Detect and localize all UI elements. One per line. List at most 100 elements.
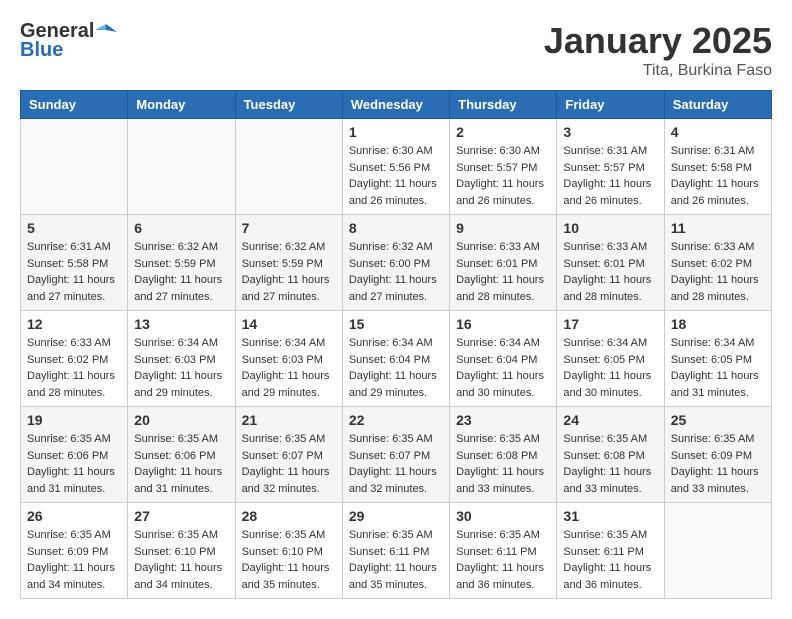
calendar-cell: 29Sunrise: 6:35 AMSunset: 6:11 PMDayligh… [342,503,449,599]
calendar-cell: 6Sunrise: 6:32 AMSunset: 5:59 PMDaylight… [128,215,235,311]
calendar-week-row: 26Sunrise: 6:35 AMSunset: 6:09 PMDayligh… [21,503,772,599]
day-number: 24 [563,412,657,428]
day-info-line: Daylight: 11 hours and 26 minutes. [349,176,443,209]
day-info-line: Daylight: 11 hours and 33 minutes. [563,464,657,497]
day-info-line: Sunset: 5:59 PM [242,256,336,273]
weekday-header-friday: Friday [557,91,664,119]
calendar-cell: 18Sunrise: 6:34 AMSunset: 6:05 PMDayligh… [664,311,771,407]
weekday-header-sunday: Sunday [21,91,128,119]
day-info-line: Daylight: 11 hours and 31 minutes. [671,368,765,401]
calendar-cell: 11 Sunrise: 6:33 AMSunset: 6:02 PMDayligh… [664,215,771,311]
day-info-line: Sunset: 6:01 PM [563,256,657,273]
day-info-line: Daylight: 11 hours and 29 minutes. [349,368,443,401]
day-info-line: Daylight: 11 hours and 26 minutes. [671,176,765,209]
day-info: Sunrise: 6:35 AMSunset: 6:11 PMDaylight:… [456,527,550,593]
day-info: Sunrise: 6:35 AMSunset: 6:08 PMDaylight:… [456,431,550,497]
day-info-line: Sunrise: 6:35 AM [27,527,121,544]
weekday-header-saturday: Saturday [664,91,771,119]
day-number: 23 [456,412,550,428]
day-info: Sunrise: 6:35 AMSunset: 6:09 PMDaylight:… [671,431,765,497]
day-number: 3 [563,124,657,140]
logo: General Blue [20,20,118,62]
calendar-cell: 24 Sunrise: 6:35 AMSunset: 6:08 PMDayligh… [557,407,664,503]
day-info: Sunrise: 6:30 AMSunset: 5:57 PMDaylight:… [456,143,550,209]
calendar-week-row: 5Sunrise: 6:31 AMSunset: 5:58 PMDaylight… [21,215,772,311]
day-number: 31 [563,508,657,524]
calendar-week-row: 12Sunrise: 6:33 AMSunset: 6:02 PMDayligh… [21,311,772,407]
day-info-line: Daylight: 11 hours and 28 minutes. [671,272,765,305]
day-info-line: Sunrise: 6:31 AM [563,143,657,160]
day-info-line: Sunset: 5:58 PM [27,256,121,273]
day-info-line: Daylight: 11 hours and 36 minutes. [563,560,657,593]
day-info-line: Daylight: 11 hours and 28 minutes. [27,368,121,401]
day-info-line: Daylight: 11 hours and 28 minutes. [563,272,657,305]
page-header: General Blue January 2025 Tita, Burkina … [20,20,772,80]
calendar-cell [21,119,128,215]
logo-wordmark: General Blue [20,20,118,62]
day-info-line: Sunrise: 6:35 AM [456,431,550,448]
day-info-line: Sunset: 5:58 PM [671,160,765,177]
day-number: 11 [671,220,765,236]
day-number: 12 [27,316,121,332]
weekday-header-thursday: Thursday [450,91,557,119]
day-info-line: Sunrise: 6:30 AM [456,143,550,160]
day-info-line: Sunrise: 6:32 AM [349,239,443,256]
day-info: Sunrise: 6:33 AMSunset: 6:02 PMDaylight:… [27,335,121,401]
day-info-line: Sunset: 6:10 PM [242,544,336,561]
day-info-line: Sunrise: 6:31 AM [27,239,121,256]
day-info-line: Sunset: 6:08 PM [563,448,657,465]
calendar-cell: 13Sunrise: 6:34 AMSunset: 6:03 PMDayligh… [128,311,235,407]
day-number: 27 [134,508,228,524]
calendar-cell: 23 Sunrise: 6:35 AMSunset: 6:08 PMDayligh… [450,407,557,503]
day-info-line: Daylight: 11 hours and 31 minutes. [27,464,121,497]
day-info-line: Daylight: 11 hours and 33 minutes. [671,464,765,497]
day-info: Sunrise: 6:33 AMSunset: 6:02 PMDaylight:… [671,239,765,305]
day-info-line: Sunrise: 6:32 AM [242,239,336,256]
day-number: 10 [563,220,657,236]
calendar-cell: 5Sunrise: 6:31 AMSunset: 5:58 PMDaylight… [21,215,128,311]
day-info-line: Sunset: 6:02 PM [671,256,765,273]
day-info-line: Sunrise: 6:35 AM [563,431,657,448]
weekday-header-wednesday: Wednesday [342,91,449,119]
calendar-cell: 16Sunrise: 6:34 AMSunset: 6:04 PMDayligh… [450,311,557,407]
day-info-line: Sunset: 6:04 PM [349,352,443,369]
day-info-line: Sunrise: 6:35 AM [456,527,550,544]
day-info: Sunrise: 6:30 AMSunset: 5:56 PMDaylight:… [349,143,443,209]
day-info-line: Daylight: 11 hours and 33 minutes. [456,464,550,497]
day-info-line: Sunrise: 6:35 AM [563,527,657,544]
day-info-line: Sunrise: 6:35 AM [671,431,765,448]
calendar-cell: 9Sunrise: 6:33 AMSunset: 6:01 PMDaylight… [450,215,557,311]
day-info: Sunrise: 6:35 AMSunset: 6:07 PMDaylight:… [242,431,336,497]
day-info-line: Sunset: 6:05 PM [563,352,657,369]
day-info: Sunrise: 6:35 AMSunset: 6:11 PMDaylight:… [563,527,657,593]
day-info-line: Sunset: 6:11 PM [456,544,550,561]
day-info: Sunrise: 6:34 AMSunset: 6:04 PMDaylight:… [349,335,443,401]
day-info-line: Sunset: 6:00 PM [349,256,443,273]
weekday-header-monday: Monday [128,91,235,119]
day-info-line: Sunset: 6:05 PM [671,352,765,369]
calendar-cell: 8Sunrise: 6:32 AMSunset: 6:00 PMDaylight… [342,215,449,311]
location-title: Tita, Burkina Faso [544,62,772,80]
day-info-line: Sunset: 6:02 PM [27,352,121,369]
day-info-line: Daylight: 11 hours and 30 minutes. [456,368,550,401]
day-info: Sunrise: 6:32 AMSunset: 5:59 PMDaylight:… [242,239,336,305]
day-info-line: Sunrise: 6:33 AM [27,335,121,352]
month-title: January 2025 [544,20,772,62]
day-info-line: Sunset: 6:11 PM [563,544,657,561]
day-info: Sunrise: 6:34 AMSunset: 6:03 PMDaylight:… [242,335,336,401]
day-number: 25 [671,412,765,428]
day-info-line: Sunset: 6:10 PM [134,544,228,561]
day-number: 8 [349,220,443,236]
day-number: 28 [242,508,336,524]
day-number: 19 [27,412,121,428]
calendar-cell: 4Sunrise: 6:31 AMSunset: 5:58 PMDaylight… [664,119,771,215]
day-info: Sunrise: 6:35 AMSunset: 6:09 PMDaylight:… [27,527,121,593]
calendar-cell: 15Sunrise: 6:34 AMSunset: 6:04 PMDayligh… [342,311,449,407]
day-info-line: Daylight: 11 hours and 32 minutes. [349,464,443,497]
day-info-line: Sunset: 6:08 PM [456,448,550,465]
calendar-cell: 17Sunrise: 6:34 AMSunset: 6:05 PMDayligh… [557,311,664,407]
day-info-line: Sunrise: 6:34 AM [563,335,657,352]
day-info-line: Daylight: 11 hours and 31 minutes. [134,464,228,497]
day-info-line: Daylight: 11 hours and 32 minutes. [242,464,336,497]
calendar-cell [664,503,771,599]
